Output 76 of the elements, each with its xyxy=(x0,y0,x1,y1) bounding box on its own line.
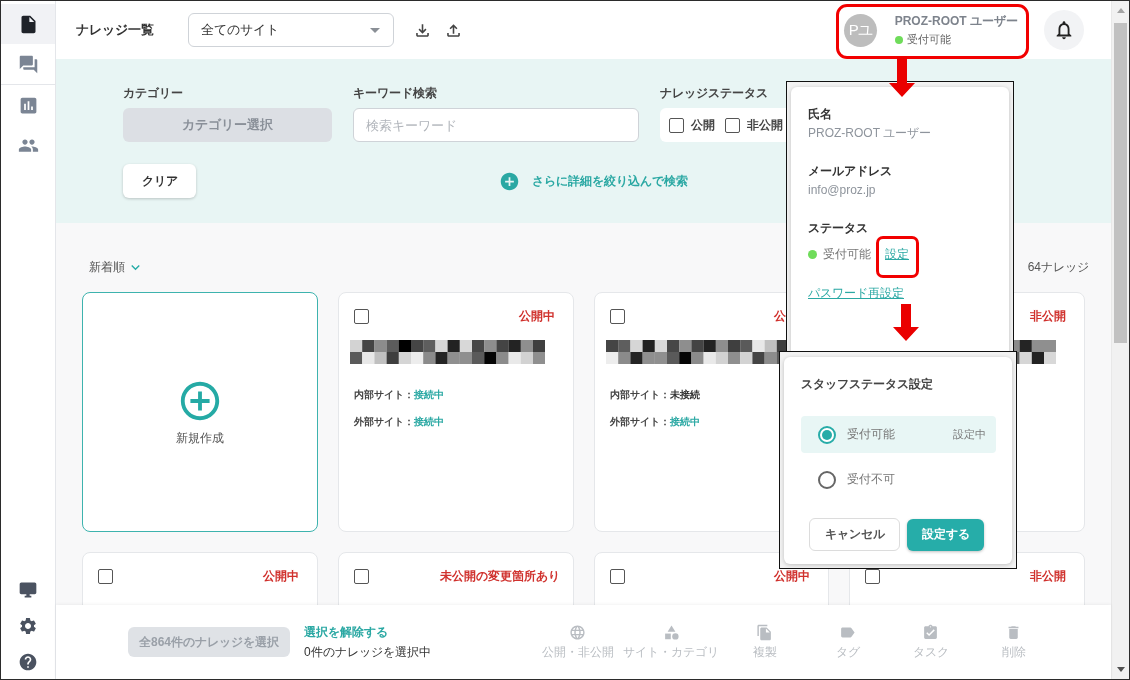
new-knowledge-card[interactable]: 新規作成 xyxy=(82,292,318,532)
shapes-icon xyxy=(662,623,680,641)
checkbox[interactable] xyxy=(609,308,625,324)
chat-icon xyxy=(17,53,39,75)
filter-label: ナレッジステータス xyxy=(660,85,769,101)
checkbox[interactable] xyxy=(98,568,113,584)
option-label: 受付不可 xyxy=(847,471,895,488)
down-arrow-icon xyxy=(889,57,915,97)
status-settings-link[interactable]: 設定 xyxy=(885,245,909,263)
scroll-down-icon[interactable] xyxy=(1116,667,1125,672)
checkbox-label[interactable]: 公開 xyxy=(691,116,715,134)
publish-status: 公 xyxy=(774,307,788,325)
help-icon[interactable] xyxy=(18,652,38,672)
filter-label: カテゴリー xyxy=(123,85,184,101)
page-title: ナレッジ一覧 xyxy=(76,21,155,39)
nav-button[interactable] xyxy=(1,4,55,44)
highlight-frame xyxy=(876,236,919,278)
monitor-icon[interactable] xyxy=(18,580,38,600)
deselect-link[interactable]: 選択を解除する xyxy=(304,623,431,641)
settings-icon[interactable] xyxy=(18,616,38,636)
connection-status: 接続中 xyxy=(669,415,700,428)
notifications-button[interactable] xyxy=(1044,10,1084,50)
globe-icon xyxy=(569,623,586,641)
option-label: 受付可能 xyxy=(847,426,895,443)
user-name[interactable]: PROZ-ROOT ユーザー xyxy=(894,13,1018,30)
publish-status: 公開中 xyxy=(518,307,556,325)
current-status-label: 設定中 xyxy=(953,427,986,442)
checkbox[interactable] xyxy=(609,568,625,584)
keyword-search-field[interactable]: 検索キーワード xyxy=(353,108,639,142)
knowledge-count: 64ナレッジ xyxy=(1027,259,1089,276)
site-label: 内部サイト： xyxy=(353,388,414,401)
caret-icon xyxy=(370,27,380,33)
publish-status: 公開中 xyxy=(262,567,300,585)
publish-status: 未公開の変更箇所あり xyxy=(439,567,560,585)
clear-button[interactable]: クリア xyxy=(123,164,196,198)
radio-button[interactable] xyxy=(818,425,836,444)
scrollbar-thumb[interactable] xyxy=(1114,23,1127,343)
knowledge-card[interactable]: 未公開の変更箇所あり xyxy=(337,552,574,605)
knowledge-card[interactable]: 公開中 内部サイト：接続中 外部サイト：接続中 xyxy=(337,292,574,532)
down-arrow-icon xyxy=(893,304,919,341)
field-label: メールアドレス xyxy=(808,163,893,179)
cancel-button[interactable]: キャンセル xyxy=(809,518,900,551)
category-select-button[interactable]: カテゴリー選択 xyxy=(123,108,332,142)
knowledge-card[interactable]: 公開中 xyxy=(593,552,830,605)
site-label: 外部サイト： xyxy=(609,415,670,428)
user-status: 受付可能 xyxy=(906,33,951,47)
submit-button[interactable]: 設定する xyxy=(907,518,984,551)
radio-button[interactable] xyxy=(818,470,836,489)
selection-count: 0件のナレッジを選択中 xyxy=(304,643,431,661)
publish-status: 非公開 xyxy=(1030,567,1068,585)
checkbox[interactable] xyxy=(353,308,369,324)
publish-status: 公開中 xyxy=(774,567,812,585)
checkbox[interactable] xyxy=(669,117,684,133)
field-value: PROZ-ROOT ユーザー xyxy=(808,125,933,142)
connection-status: 接続中 xyxy=(413,388,444,401)
checkbox[interactable] xyxy=(353,568,369,584)
checkbox-label[interactable]: 非公開 xyxy=(747,116,783,134)
clipboard-check-icon xyxy=(922,623,939,641)
status-text: 受付可能 xyxy=(823,245,871,263)
site-select[interactable]: 全てのサイト xyxy=(188,13,394,47)
field-value: info@proz.jp xyxy=(808,182,877,199)
site-label: 内部サイト： xyxy=(609,388,670,401)
publish-status: 非公開 xyxy=(1030,307,1068,325)
site-label: 外部サイト： xyxy=(353,415,414,428)
advanced-search-link[interactable]: さらに詳細を絞り込んで検索 xyxy=(499,170,688,192)
field-label: 氏名 xyxy=(808,106,833,122)
connection-status: 接続中 xyxy=(413,415,444,428)
connection-status: 未接続 xyxy=(669,388,700,401)
field-label: ステータス xyxy=(808,220,869,236)
scrollbar-track[interactable] xyxy=(1111,1,1129,679)
status-option[interactable]: 受付可能 設定中 xyxy=(801,416,996,453)
sort-dropdown[interactable]: 新着順 xyxy=(89,259,144,276)
filter-label: キーワード検索 xyxy=(353,85,438,101)
copy-icon xyxy=(756,623,773,641)
checkbox[interactable] xyxy=(725,117,740,133)
knowledge-card[interactable]: 公開中 xyxy=(82,552,318,605)
